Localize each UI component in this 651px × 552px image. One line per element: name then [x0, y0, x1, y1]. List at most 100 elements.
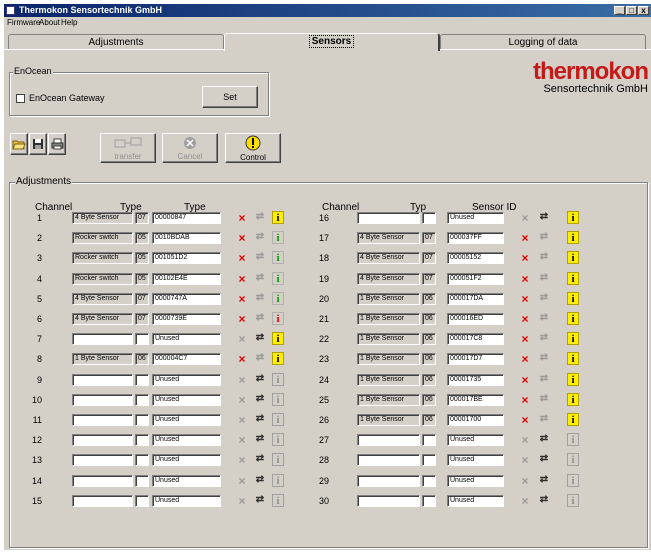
delete-icon[interactable]: ×: [235, 433, 249, 447]
info-icon[interactable]: i: [272, 453, 284, 466]
sensor-code-field[interactable]: 05: [135, 232, 149, 244]
sensor-type-field[interactable]: 1 Byte Sensor: [357, 394, 420, 406]
sensor-code-field[interactable]: [135, 374, 149, 386]
link-icon[interactable]: ⇄: [537, 453, 551, 467]
sensor-code-field[interactable]: 05: [135, 252, 149, 264]
link-icon[interactable]: ⇄: [537, 211, 551, 225]
minimize-button[interactable]: _: [614, 6, 625, 15]
link-icon[interactable]: ⇄: [537, 393, 551, 407]
sensor-type-field[interactable]: [357, 434, 420, 446]
sensor-id-field[interactable]: Unused: [152, 454, 221, 466]
sensor-id-field[interactable]: Unused: [447, 495, 504, 507]
sensor-type-field[interactable]: [357, 475, 420, 487]
sensor-code-field[interactable]: [135, 414, 149, 426]
sensor-type-field[interactable]: 4 Byte Sensor: [357, 273, 420, 285]
sensor-code-field[interactable]: 06: [422, 353, 436, 365]
sensor-type-field[interactable]: 1 Byte Sensor: [72, 353, 133, 365]
info-icon[interactable]: i: [567, 413, 579, 426]
delete-icon[interactable]: ×: [518, 292, 532, 306]
link-icon[interactable]: ⇄: [253, 231, 267, 245]
delete-icon[interactable]: ×: [518, 272, 532, 286]
sensor-code-field[interactable]: 06: [422, 414, 436, 426]
sensor-type-field[interactable]: [72, 495, 133, 507]
delete-icon[interactable]: ×: [235, 312, 249, 326]
tab-sensors[interactable]: Sensors: [224, 33, 440, 51]
link-icon[interactable]: ⇄: [537, 433, 551, 447]
sensor-id-field[interactable]: 0000747A: [152, 293, 221, 305]
link-icon[interactable]: ⇄: [537, 332, 551, 346]
delete-icon[interactable]: ×: [518, 211, 532, 225]
info-icon[interactable]: i: [272, 272, 284, 285]
link-icon[interactable]: ⇄: [253, 433, 267, 447]
sensor-id-field[interactable]: Unused: [152, 394, 221, 406]
sensor-id-field[interactable]: 000037FF: [447, 232, 504, 244]
sensor-type-field[interactable]: [357, 495, 420, 507]
sensor-id-field[interactable]: Unused: [152, 333, 221, 345]
sensor-type-field[interactable]: 4 Byte Sensor: [72, 293, 133, 305]
info-icon[interactable]: i: [272, 231, 284, 244]
sensor-code-field[interactable]: [135, 454, 149, 466]
sensor-code-field[interactable]: [422, 475, 436, 487]
sensor-code-field[interactable]: 06: [135, 353, 149, 365]
info-icon[interactable]: i: [272, 251, 284, 264]
save-button[interactable]: [29, 133, 47, 155]
sensor-type-field[interactable]: 4 Byte Sensor: [357, 252, 420, 264]
sensor-id-field[interactable]: 00000847: [152, 212, 221, 224]
sensor-type-field[interactable]: Rocker switch: [72, 252, 133, 264]
info-icon[interactable]: i: [272, 413, 284, 426]
enocean-gateway-checkbox[interactable]: [16, 94, 25, 103]
sensor-code-field[interactable]: [422, 434, 436, 446]
info-icon[interactable]: i: [272, 433, 284, 446]
sensor-type-field[interactable]: 4 Byte Sensor: [357, 232, 420, 244]
delete-icon[interactable]: ×: [235, 251, 249, 265]
delete-icon[interactable]: ×: [235, 413, 249, 427]
sensor-type-field[interactable]: 4 Byte Sensor: [72, 313, 133, 325]
sensor-code-field[interactable]: [422, 495, 436, 507]
sensor-code-field[interactable]: [135, 434, 149, 446]
link-icon[interactable]: ⇄: [253, 292, 267, 306]
delete-icon[interactable]: ×: [235, 373, 249, 387]
delete-icon[interactable]: ×: [518, 231, 532, 245]
link-icon[interactable]: ⇄: [537, 373, 551, 387]
sensor-id-field[interactable]: 0000739E: [152, 313, 221, 325]
info-icon[interactable]: i: [567, 433, 579, 446]
info-icon[interactable]: i: [567, 474, 579, 487]
delete-icon[interactable]: ×: [235, 292, 249, 306]
maximize-button[interactable]: □: [626, 6, 637, 15]
delete-icon[interactable]: ×: [518, 474, 532, 488]
sensor-id-field[interactable]: 00001700: [447, 414, 504, 426]
link-icon[interactable]: ⇄: [537, 352, 551, 366]
delete-icon[interactable]: ×: [518, 312, 532, 326]
close-button[interactable]: x: [638, 6, 649, 15]
sensor-id-field[interactable]: 000017DA: [447, 293, 504, 305]
sensor-code-field[interactable]: [422, 212, 436, 224]
link-icon[interactable]: ⇄: [253, 413, 267, 427]
sensor-id-field[interactable]: 000017BE: [447, 394, 504, 406]
link-icon[interactable]: ⇄: [253, 272, 267, 286]
delete-icon[interactable]: ×: [518, 251, 532, 265]
delete-icon[interactable]: ×: [518, 373, 532, 387]
delete-icon[interactable]: ×: [518, 332, 532, 346]
sensor-type-field[interactable]: [72, 454, 133, 466]
delete-icon[interactable]: ×: [235, 332, 249, 346]
info-icon[interactable]: i: [567, 373, 579, 386]
transfer-button[interactable]: transfer: [100, 133, 156, 163]
info-icon[interactable]: i: [272, 332, 284, 345]
delete-icon[interactable]: ×: [235, 393, 249, 407]
sensor-type-field[interactable]: Rocker switch: [72, 273, 133, 285]
link-icon[interactable]: ⇄: [537, 494, 551, 508]
info-icon[interactable]: i: [567, 231, 579, 244]
sensor-id-field[interactable]: 00001735: [447, 374, 504, 386]
link-icon[interactable]: ⇄: [253, 474, 267, 488]
delete-icon[interactable]: ×: [235, 231, 249, 245]
sensor-type-field[interactable]: 1 Byte Sensor: [357, 333, 420, 345]
sensor-type-field[interactable]: 1 Byte Sensor: [357, 353, 420, 365]
sensor-type-field[interactable]: [72, 394, 133, 406]
sensor-id-field[interactable]: 000004C7: [152, 353, 221, 365]
link-icon[interactable]: ⇄: [253, 332, 267, 346]
info-icon[interactable]: i: [567, 312, 579, 325]
delete-icon[interactable]: ×: [518, 413, 532, 427]
tab-logging[interactable]: Logging of data: [440, 34, 646, 50]
link-icon[interactable]: ⇄: [537, 292, 551, 306]
delete-icon[interactable]: ×: [235, 272, 249, 286]
